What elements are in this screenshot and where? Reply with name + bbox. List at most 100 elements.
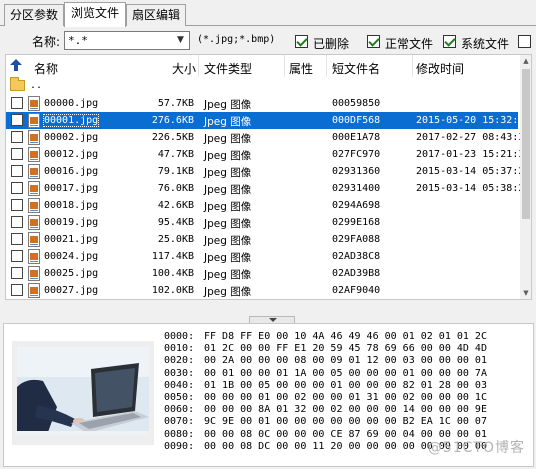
filter-bar: 名称: ▼ (*.jpg;*.bmp) 已删除 正常文件 系统文件 [0,27,536,53]
col-short-name[interactable]: 短文件名 [332,60,380,77]
hidden-files-checkbox[interactable] [518,35,531,48]
chevron-down-icon[interactable]: ▼ [172,32,189,49]
hex-bytes: 00 01 00 00 01 1A 00 05 00 00 00 01 00 0… [204,367,487,379]
normal-files-checkbox[interactable] [367,35,380,48]
tab-partition-params[interactable]: 分区参数 [4,4,64,26]
name-filter-combo[interactable]: ▼ [64,31,190,50]
col-name[interactable]: 名称 [34,60,58,77]
system-files-label: 系统文件 [461,37,510,51]
hex-view[interactable]: 0000: FF D8 FF E0 00 10 4A 46 49 46 00 01… [164,331,532,453]
watermark: @51CTO博客 [427,440,525,456]
file-name: 00027.jpg [44,285,99,296]
file-size: 79.1KB [157,166,194,177]
jpeg-file-icon [28,266,40,281]
file-size: 25.0KB [157,234,194,245]
tab-browse-files[interactable]: 浏览文件 [64,2,126,27]
col-attr[interactable]: 属性 [289,60,313,77]
jpeg-file-icon [28,249,40,264]
col-size[interactable]: 大小 [172,60,196,77]
col-mtime[interactable]: 修改时间 [416,60,464,77]
row-checkbox[interactable] [11,199,23,211]
file-size: 95.4KB [157,217,194,228]
file-short-name: 000DF568 [332,115,381,126]
jpeg-file-icon [28,130,40,145]
row-checkbox[interactable] [11,131,23,143]
file-row[interactable]: 00019.jpg 95.4KB Jpeg 图像 0299E168 [6,214,518,231]
file-type: Jpeg 图像 [204,201,252,213]
file-type: Jpeg 图像 [204,218,252,230]
row-checkbox[interactable] [11,165,23,177]
file-short-name: 00059850 [332,98,381,109]
file-row[interactable]: 00001.jpg 276.6KB Jpeg 图像 000DF568 2015-05-2… [6,112,524,129]
hex-bytes: 01 2C 00 00 FF E1 20 59 45 78 69 66 00 0… [204,343,487,355]
row-checkbox[interactable] [11,216,23,228]
scroll-up-icon[interactable]: ▲ [520,55,531,67]
hex-line: 0010: 01 2C 00 00 FF E1 20 59 45 78 69 66… [164,343,532,355]
file-short-name: 02AD38C8 [332,251,381,262]
file-mtime: 2017-02-27 08:43:3 [416,132,525,143]
col-type[interactable]: 文件类型 [204,60,252,77]
file-list[interactable]: 名称 大小 文件类型 属性 短文件名 修改时间 .. 00000.jpg 57.7… [5,54,532,300]
row-checkbox[interactable] [11,250,23,262]
file-mtime: 2017-01-23 15:21:3 [416,149,525,160]
hex-line: 0020: 00 2A 00 00 00 08 00 09 01 12 00 03… [164,355,532,367]
name-filter-input[interactable] [65,32,169,48]
row-checkbox[interactable] [11,267,23,279]
hex-offset: 0040: [164,379,195,391]
tab-sector-edit[interactable]: 扇区编辑 [126,4,186,26]
jpeg-file-icon [28,147,40,162]
file-mtime: 2015-03-14 05:37:2 [416,166,525,177]
file-short-name: 02931400 [332,183,381,194]
file-size: 276.6KB [151,115,194,126]
tab-bar: 分区参数 浏览文件 扇区编辑 [0,0,536,27]
file-row[interactable]: 00021.jpg 25.0KB Jpeg 图像 029FA088 [6,231,518,248]
row-checkbox[interactable] [11,233,23,245]
name-filter-label: 名称: [32,35,61,49]
file-name: 00017.jpg [44,183,99,194]
file-row[interactable]: 00025.jpg 100.4KB Jpeg 图像 02AD39B8 [6,265,518,282]
file-name: 00024.jpg [44,251,99,262]
normal-files-label: 正常文件 [385,37,434,51]
file-type: Jpeg 图像 [204,252,252,264]
jpeg-file-icon [28,96,40,111]
file-row[interactable]: 00000.jpg 57.7KB Jpeg 图像 00059850 [6,95,518,112]
file-short-name: 02AF9040 [332,285,381,296]
file-row[interactable]: 00017.jpg 76.0KB Jpeg 图像 02931400 2015-03-14… [6,180,524,197]
scroll-thumb[interactable] [522,69,530,219]
vertical-scrollbar[interactable]: ▲ ▼ [520,55,531,299]
jpeg-file-icon [28,181,40,196]
file-row[interactable]: 00012.jpg 47.7KB Jpeg 图像 027FC970 2017-01-23… [6,146,524,163]
row-checkbox[interactable] [11,97,23,109]
file-name: 00001.jpg [42,114,100,127]
row-checkbox[interactable] [11,114,23,126]
hex-bytes: 00 00 00 01 00 02 00 00 01 31 00 02 00 0… [204,391,487,403]
file-row[interactable]: 00018.jpg 42.6KB Jpeg 图像 0294A698 [6,197,518,214]
file-short-name: 02931360 [332,166,381,177]
deleted-checkbox[interactable] [295,35,308,48]
file-short-name: 0299E168 [332,217,381,228]
parent-folder-row[interactable]: .. [6,77,518,95]
file-type: Jpeg 图像 [204,133,252,145]
scroll-down-icon[interactable]: ▼ [520,287,531,299]
row-checkbox[interactable] [11,284,23,296]
hex-line: 0040: 01 1B 00 05 00 00 00 01 00 00 00 82… [164,380,532,392]
file-name: 00018.jpg [44,200,99,211]
deleted-label: 已删除 [313,37,350,51]
file-name: 00000.jpg [44,98,99,109]
file-row[interactable]: 00002.jpg 226.5KB Jpeg 图像 000E1A78 2017-02-2… [6,129,524,146]
file-row[interactable]: 00024.jpg 117.4KB Jpeg 图像 02AD38C8 [6,248,518,265]
file-type: Jpeg 图像 [204,235,252,247]
up-arrow-icon[interactable] [10,59,22,71]
file-size: 47.7KB [157,149,194,160]
file-row[interactable]: 00027.jpg 102.0KB Jpeg 图像 02AF9040 [6,282,518,299]
file-type: Jpeg 图像 [204,116,252,128]
file-short-name: 027FC970 [332,149,381,160]
file-row[interactable]: 00016.jpg 79.1KB Jpeg 图像 02931360 2015-03-14… [6,163,524,180]
file-type: Jpeg 图像 [204,184,252,196]
system-files-checkbox[interactable] [443,35,456,48]
hex-offset: 0060: [164,404,195,416]
row-checkbox[interactable] [11,148,23,160]
row-checkbox[interactable] [11,182,23,194]
hex-offset: 0010: [164,343,195,355]
folder-icon [10,77,25,91]
